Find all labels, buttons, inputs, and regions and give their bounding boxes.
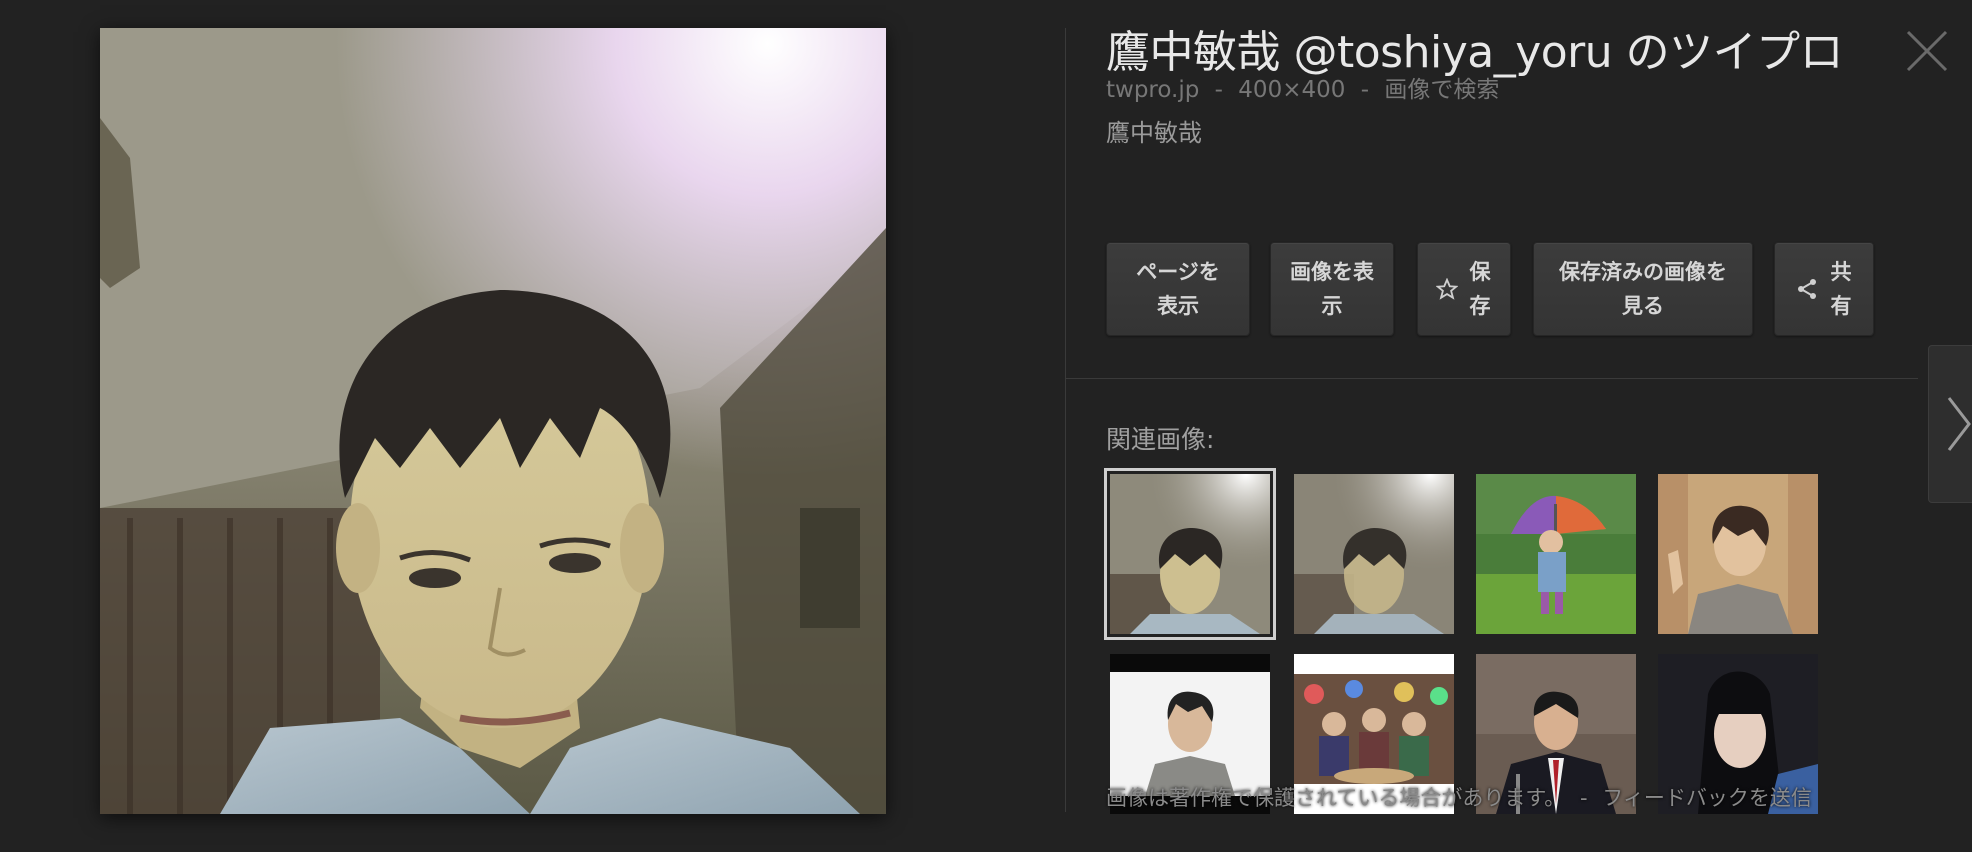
related-thumb-man-waving[interactable] bbox=[1658, 474, 1818, 634]
portrait-illustration bbox=[100, 28, 886, 814]
image-meta: twpro.jp - 400×400 - 画像で検索 bbox=[1106, 70, 1499, 104]
horizontal-divider bbox=[1066, 378, 1918, 379]
star-icon bbox=[1436, 278, 1458, 300]
meta-separator: - bbox=[1214, 77, 1223, 103]
share-label: 共有 bbox=[1830, 260, 1852, 318]
visit-page-label: ページを表示 bbox=[1136, 260, 1220, 318]
vertical-divider bbox=[1065, 28, 1066, 812]
close-icon bbox=[1906, 30, 1948, 72]
view-saved-images-label: 保存済みの画像を見る bbox=[1559, 260, 1727, 318]
image-dimensions: 400×400 bbox=[1238, 77, 1346, 103]
main-preview-image[interactable] bbox=[100, 28, 886, 814]
close-button[interactable] bbox=[1902, 26, 1952, 76]
visit-page-button[interactable]: ページを表示 bbox=[1106, 242, 1250, 336]
copyright-notice: 画像は著作権で保護されている場合があります。 bbox=[1106, 786, 1566, 810]
footer-notice: 画像は著作権で保護されている場合があります。 - フィードバックを送信 bbox=[1106, 782, 1812, 812]
related-thumb-child-with-umbrella[interactable] bbox=[1476, 474, 1636, 634]
share-button[interactable]: 共有 bbox=[1774, 242, 1874, 336]
related-images-heading: 関連画像: bbox=[1106, 425, 1215, 454]
next-image-button[interactable] bbox=[1928, 345, 1972, 503]
source-domain-link[interactable]: twpro.jp bbox=[1106, 77, 1199, 103]
feedback-link[interactable]: フィードバックを送信 bbox=[1602, 786, 1812, 810]
related-thumb-portrait-selfie-blurred[interactable] bbox=[1294, 474, 1454, 634]
image-viewer-panel: 鷹中敏哉 @toshiya_yoru のツイプロ twpro.jp - 400×… bbox=[0, 0, 1972, 852]
view-image-label: 画像を表示 bbox=[1290, 260, 1374, 318]
meta-separator: - bbox=[1360, 77, 1369, 103]
save-button[interactable]: 保存 bbox=[1417, 242, 1511, 336]
search-by-image-link[interactable]: 画像で検索 bbox=[1384, 77, 1499, 103]
footer-separator: - bbox=[1579, 786, 1588, 810]
image-description: 鷹中敏哉 bbox=[1106, 119, 1202, 147]
related-thumb-portrait-selfie[interactable] bbox=[1104, 468, 1276, 640]
chevron-right-icon bbox=[1947, 397, 1971, 451]
save-label: 保存 bbox=[1469, 260, 1491, 318]
view-image-button[interactable]: 画像を表示 bbox=[1270, 242, 1394, 336]
view-saved-images-button[interactable]: 保存済みの画像を見る bbox=[1533, 242, 1753, 336]
share-icon bbox=[1795, 277, 1819, 301]
